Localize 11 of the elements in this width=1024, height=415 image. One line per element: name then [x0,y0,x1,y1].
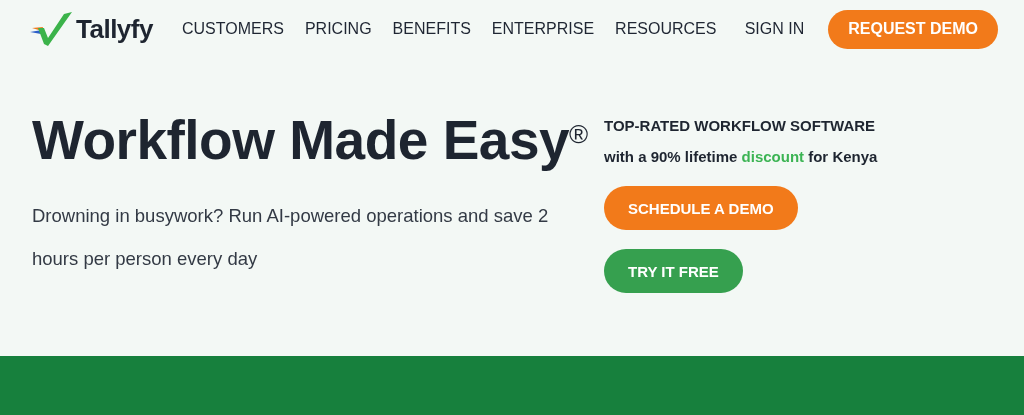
nav-link[interactable]: BENEFITS [392,20,471,38]
logo-text[interactable]: Tallyfy [76,13,153,45]
nav-link[interactable]: CUSTOMERS [182,20,284,38]
nav-link[interactable]: RESOURCES [615,20,717,38]
rating-text: TOP-RATED WORKFLOW SOFTWARE [604,117,877,134]
offer-text: with a 90% lifetime discount for Kenya [604,148,878,165]
hero-description: Drowning in busywork? Run AI-powered operations and save 2 hours per person every day [32,204,550,271]
nav-link[interactable]: PRICING [304,20,372,38]
hero-title: Workflow Made Easy$^{®}$ [32,108,589,172]
nav-link[interactable]: ENTERPRISE [491,20,595,38]
sign-in-link[interactable]: SIGN IN [744,20,805,38]
